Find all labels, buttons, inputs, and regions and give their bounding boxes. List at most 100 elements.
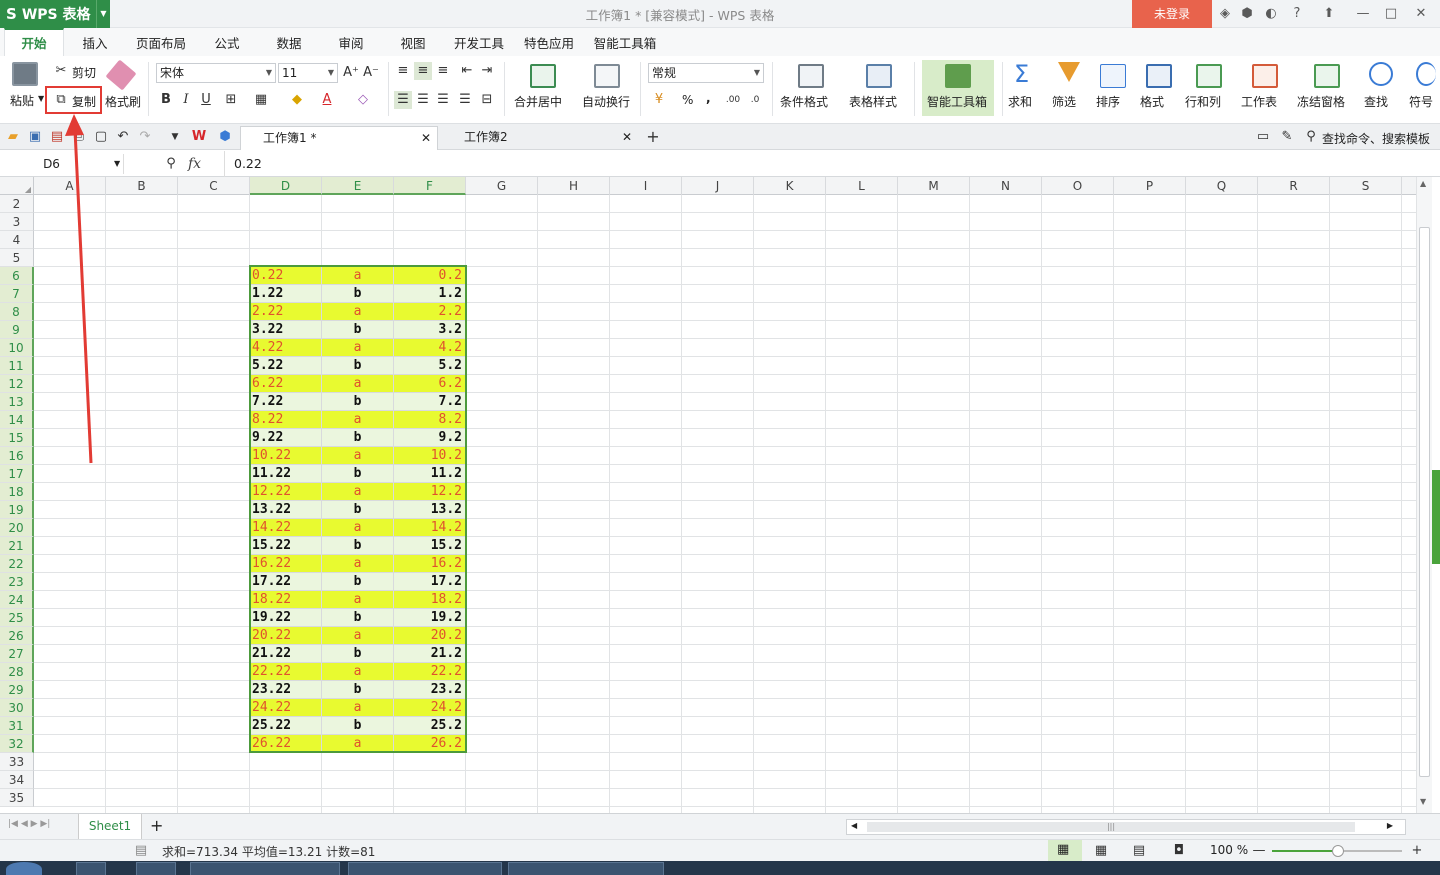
row-header-6[interactable]: 6	[0, 267, 34, 285]
cell-d15[interactable]: 9.22	[250, 429, 322, 447]
tab-page-layout[interactable]: 页面布局	[132, 28, 190, 56]
cell-e17[interactable]: b	[322, 465, 394, 483]
close-icon[interactable]: ✕	[622, 126, 632, 148]
cell-f26[interactable]: 20.2	[394, 627, 466, 645]
cell-e15[interactable]: b	[322, 429, 394, 447]
column-header-q[interactable]: Q	[1186, 177, 1258, 195]
column-header-p[interactable]: P	[1114, 177, 1186, 195]
decrease-indent-icon[interactable]: ⇤	[458, 62, 476, 80]
start-button[interactable]	[6, 862, 42, 875]
redo-icon[interactable]: ↷	[136, 128, 154, 146]
distributed-icon[interactable]: ⊟	[478, 91, 496, 109]
cell-f21[interactable]: 15.2	[394, 537, 466, 555]
cell-f10[interactable]: 4.2	[394, 339, 466, 357]
zoom-in-icon[interactable]: +	[1408, 842, 1426, 860]
font-size-select[interactable]: 11 ▼	[278, 63, 338, 83]
help-icon[interactable]: ?	[1288, 5, 1306, 23]
cell-f13[interactable]: 7.2	[394, 393, 466, 411]
insert-function-button[interactable]: fx	[188, 154, 201, 174]
print-preview-icon[interactable]: ▢	[92, 128, 110, 146]
cell-e21[interactable]: b	[322, 537, 394, 555]
align-middle-icon[interactable]: ≡	[414, 62, 432, 80]
row-header-29[interactable]: 29	[0, 681, 34, 699]
row-header-26[interactable]: 26	[0, 627, 34, 645]
horizontal-scroll-thumb[interactable]: |||	[867, 822, 1355, 832]
column-header-j[interactable]: J	[682, 177, 754, 195]
add-sheet-icon[interactable]: +	[150, 816, 163, 835]
row-header-9[interactable]: 9	[0, 321, 34, 339]
cell-f22[interactable]: 16.2	[394, 555, 466, 573]
cell-d22[interactable]: 16.22	[250, 555, 322, 573]
row-header-21[interactable]: 21	[0, 537, 34, 555]
cell-e32[interactable]: a	[322, 735, 394, 753]
cell-e16[interactable]: a	[322, 447, 394, 465]
tab-review[interactable]: 审阅	[332, 28, 370, 56]
align-right-icon[interactable]: ☰	[434, 91, 452, 109]
cell-e23[interactable]: b	[322, 573, 394, 591]
row-header-13[interactable]: 13	[0, 393, 34, 411]
row-header-31[interactable]: 31	[0, 717, 34, 735]
row-header-3[interactable]: 3	[0, 213, 34, 231]
cell-d20[interactable]: 14.22	[250, 519, 322, 537]
cell-e31[interactable]: b	[322, 717, 394, 735]
tab-formulas[interactable]: 公式	[208, 28, 246, 56]
tab-developer[interactable]: 开发工具	[450, 28, 508, 56]
borders-icon[interactable]: ⊞	[222, 91, 240, 109]
font-name-select[interactable]: 宋体 ▼	[156, 63, 276, 83]
zoom-level[interactable]: 100 %	[1210, 843, 1248, 857]
paste-dropdown-icon[interactable]: ▼	[38, 94, 44, 103]
taskbar-app[interactable]	[136, 862, 176, 875]
row-header-30[interactable]: 30	[0, 699, 34, 717]
column-header-a[interactable]: A	[34, 177, 106, 195]
column-header-b[interactable]: B	[106, 177, 178, 195]
sort-button[interactable]: 排序	[1096, 93, 1120, 110]
cell-f12[interactable]: 6.2	[394, 375, 466, 393]
cell-d32[interactable]: 26.22	[250, 735, 322, 753]
cell-f8[interactable]: 2.2	[394, 303, 466, 321]
cell-e28[interactable]: a	[322, 663, 394, 681]
cell-e30[interactable]: a	[322, 699, 394, 717]
cell-e10[interactable]: a	[322, 339, 394, 357]
align-center-icon[interactable]: ☰	[414, 91, 432, 109]
cell-d14[interactable]: 8.22	[250, 411, 322, 429]
row-header-12[interactable]: 12	[0, 375, 34, 393]
page-break-view-icon[interactable]: ▦	[1092, 842, 1110, 860]
cut-button[interactable]: 剪切	[72, 64, 96, 81]
taskbar-app[interactable]	[190, 862, 340, 875]
tab-data[interactable]: 数据	[270, 28, 308, 56]
cell-e11[interactable]: b	[322, 357, 394, 375]
share-icon[interactable]: ◐	[1262, 5, 1280, 23]
row-header-23[interactable]: 23	[0, 573, 34, 591]
find-button[interactable]: 查找	[1364, 93, 1388, 110]
increase-font-icon[interactable]: A⁺	[342, 64, 360, 82]
cell-f20[interactable]: 14.2	[394, 519, 466, 537]
conditional-format-button[interactable]: 条件格式	[780, 93, 828, 110]
cell-f17[interactable]: 11.2	[394, 465, 466, 483]
minimize-icon[interactable]: —	[1354, 5, 1372, 23]
undo-icon[interactable]: ↶	[114, 128, 132, 146]
align-bottom-icon[interactable]: ≡	[434, 62, 452, 80]
new-tab-icon[interactable]: +	[644, 128, 662, 146]
cell-d11[interactable]: 5.22	[250, 357, 322, 375]
search-command-input[interactable]: 查找命令、搜索模板	[1322, 130, 1430, 147]
cell-d23[interactable]: 17.22	[250, 573, 322, 591]
cell-d25[interactable]: 19.22	[250, 609, 322, 627]
column-header-m[interactable]: M	[898, 177, 970, 195]
row-header-5[interactable]: 5	[0, 249, 34, 267]
save-icon[interactable]: ▣	[26, 128, 44, 146]
cell-e18[interactable]: a	[322, 483, 394, 501]
bold-icon[interactable]: B	[157, 91, 175, 109]
cell-f30[interactable]: 24.2	[394, 699, 466, 717]
cell-f16[interactable]: 10.2	[394, 447, 466, 465]
symbol-button[interactable]: 符号	[1409, 93, 1440, 110]
taskbar-app[interactable]	[76, 862, 106, 875]
export-pdf-icon[interactable]: ▤	[48, 128, 66, 146]
merge-center-button[interactable]: 合并居中	[514, 93, 562, 110]
fill-pattern-icon[interactable]: ▦	[252, 91, 270, 109]
format-button[interactable]: 格式	[1140, 93, 1164, 110]
spreadsheet-grid[interactable]: ◢ ABCDEFGHIJKLMNOPQRS 2 3 4 5 6 7 8 9 10 11 12 13 14…	[0, 177, 1416, 813]
cell-e19[interactable]: b	[322, 501, 394, 519]
cell-e24[interactable]: a	[322, 591, 394, 609]
reading-layout-icon[interactable]: ▤	[1130, 842, 1148, 860]
comma-button[interactable]: ,	[706, 91, 711, 105]
